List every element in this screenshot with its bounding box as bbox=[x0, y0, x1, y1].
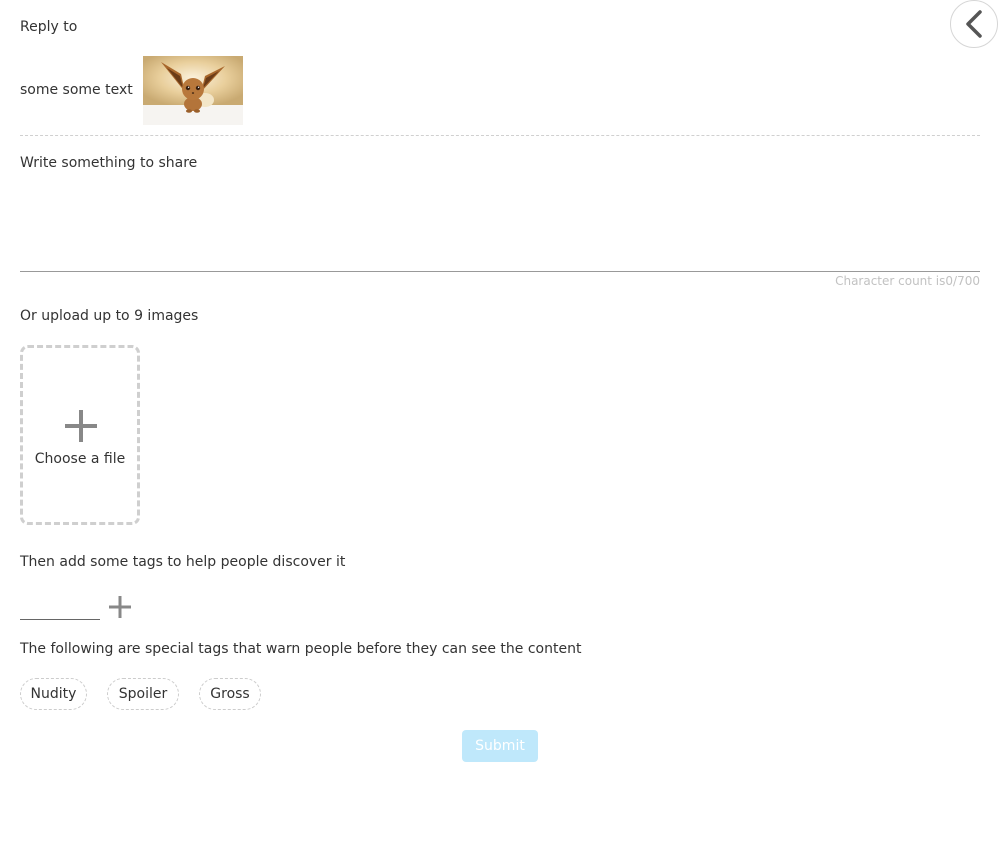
plus-icon bbox=[65, 410, 97, 442]
tag-chip-gross[interactable]: Gross bbox=[199, 678, 261, 710]
section-divider bbox=[20, 135, 980, 136]
choose-file-button[interactable]: Choose a file bbox=[20, 345, 140, 525]
back-button[interactable] bbox=[950, 0, 998, 48]
compose-textarea[interactable] bbox=[20, 182, 980, 272]
tag-chip-nudity[interactable]: Nudity bbox=[20, 678, 87, 710]
special-tags-label: The following are special tags that warn… bbox=[20, 641, 582, 657]
reply-to-label: Reply to bbox=[20, 19, 78, 35]
chevron-left-icon bbox=[966, 10, 982, 38]
tag-input[interactable] bbox=[20, 596, 100, 620]
tags-label: Then add some tags to help people discov… bbox=[20, 554, 346, 570]
eevee-thumbnail bbox=[143, 56, 243, 125]
character-count-value: 0/700 bbox=[945, 274, 980, 288]
upload-label: Or upload up to 9 images bbox=[20, 308, 199, 324]
reply-text: some some text bbox=[20, 82, 133, 98]
compose-label: Write something to share bbox=[20, 155, 198, 171]
character-count-label: Character count is bbox=[835, 274, 946, 288]
add-tag-plus-icon[interactable] bbox=[109, 596, 131, 618]
post-form-page: Reply to some some text Write something … bbox=[0, 0, 1000, 862]
tag-chip-spoiler[interactable]: Spoiler bbox=[107, 678, 179, 710]
character-count: Character count is0/700 bbox=[835, 274, 980, 288]
choose-file-label: Choose a file bbox=[34, 451, 126, 467]
submit-button[interactable]: Submit bbox=[462, 730, 538, 762]
